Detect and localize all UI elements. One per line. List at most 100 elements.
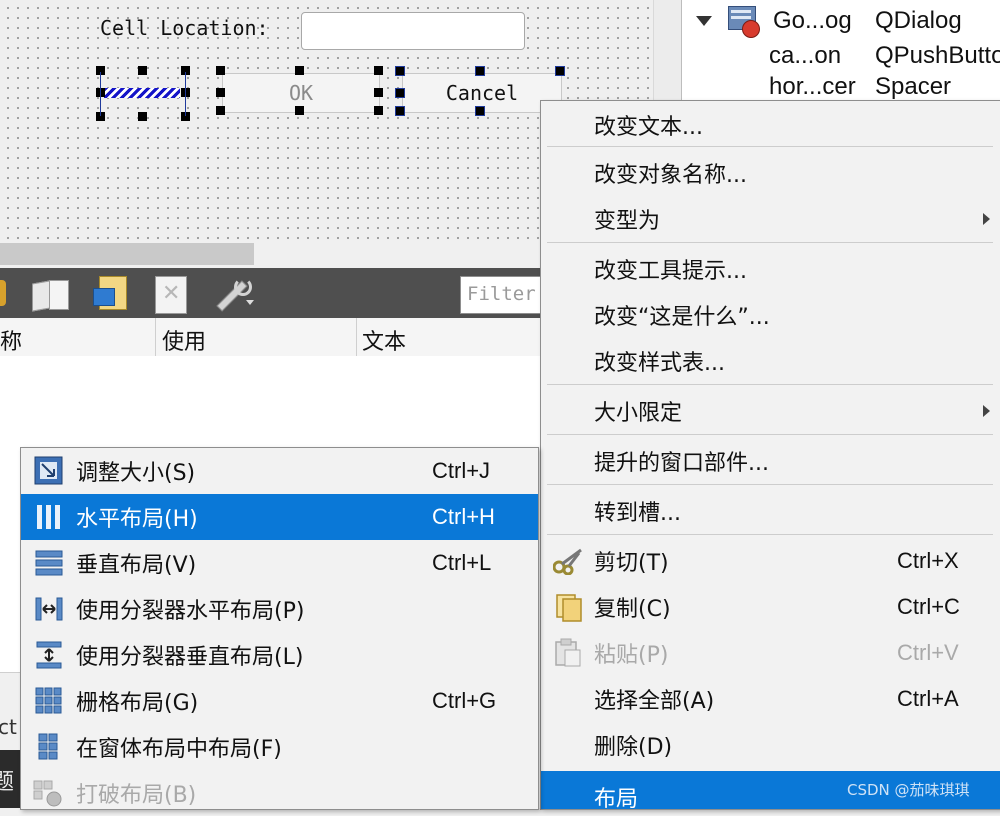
horizontal-layout-icon [35, 503, 63, 531]
lower-panel-title-fragment: 题 [0, 770, 15, 795]
vertical-layout-icon [35, 549, 63, 577]
menu-item-copy[interactable]: 复制(C) Ctrl+C [541, 584, 1000, 630]
menu-item-label: 垂直布局(V) [76, 553, 197, 578]
tree-item-class: QPushButto [875, 42, 1000, 69]
menu-item-go-to-slot[interactable]: 转到槽... [541, 488, 1000, 534]
cell-location-input[interactable] [301, 12, 525, 50]
filter-placeholder: Filter [467, 283, 536, 305]
new-action-icon[interactable] [0, 280, 6, 306]
menu-item-cut[interactable]: 剪切(T) Ctrl+X [541, 538, 1000, 584]
form-layout-icon [35, 733, 63, 761]
selection-line [100, 72, 101, 116]
menu-separator [547, 534, 993, 535]
selection-handle[interactable] [295, 66, 304, 75]
menu-separator [547, 242, 993, 243]
selection-handle[interactable] [216, 88, 225, 97]
selection-handle[interactable] [395, 88, 405, 98]
menu-item-label: 复制(C) [594, 597, 671, 622]
lower-panel-tab-fragment[interactable]: ct [0, 715, 17, 739]
menu-item-splitter-horizontal[interactable]: 使用分裂器水平布局(P) [21, 586, 538, 632]
column-header-name[interactable]: 称 [0, 324, 22, 356]
selection-handle[interactable] [395, 106, 405, 116]
menu-item-shortcut: Ctrl+H [432, 504, 495, 529]
menu-item-shortcut: Ctrl+L [432, 550, 492, 575]
menu-item-label: 使用分裂器垂直布局(L) [76, 645, 304, 670]
menu-item-label: 剪切(T) [594, 551, 669, 576]
horizontal-spacer[interactable] [104, 88, 180, 98]
menu-item-label: 改变工具提示... [594, 259, 747, 284]
column-header-text[interactable]: 文本 [362, 324, 406, 356]
selection-handle[interactable] [395, 66, 405, 76]
column-divider[interactable] [356, 318, 357, 356]
selection-handle[interactable] [475, 106, 485, 116]
menu-item-label: 布局 [594, 787, 639, 812]
selection-handle[interactable] [216, 66, 225, 75]
menu-item-morph-into[interactable]: 变型为 [541, 196, 1000, 242]
edit-action-icon[interactable] [93, 276, 129, 312]
menu-item-label: 粘贴(P) [594, 643, 669, 668]
selection-handle[interactable] [555, 66, 565, 76]
column-header-used[interactable]: 使用 [162, 324, 206, 356]
selection-handle[interactable] [374, 66, 383, 75]
menu-item-label: 栅格布局(G) [76, 691, 199, 716]
watermark-text: CSDN @茄味琪琪 [847, 781, 970, 799]
action-table-header [0, 318, 542, 357]
menu-item-break-layout[interactable]: 打破布局(B) [21, 770, 538, 816]
tree-item-name[interactable]: ca...on [769, 42, 841, 70]
context-menu: 改变文本... 改变对象名称... 变型为 改变工具提示... 改变“这是什么”… [540, 100, 1000, 812]
menu-item-vertical-layout[interactable]: 垂直布局(V) Ctrl+L [21, 540, 538, 586]
menu-item-shortcut: Ctrl+C [897, 594, 960, 619]
menu-separator [547, 484, 993, 485]
expand-arrow-icon[interactable] [696, 16, 712, 26]
selection-handle[interactable] [216, 106, 225, 115]
menu-item-label: 改变“这是什么”... [594, 305, 770, 330]
menu-item-label: 变型为 [594, 209, 661, 234]
configure-wrench-icon[interactable] [210, 276, 256, 312]
menu-item-paste[interactable]: 粘贴(P) Ctrl+V [541, 630, 1000, 676]
menu-item-size-constraints[interactable]: 大小限定 [541, 388, 1000, 434]
menu-item-splitter-vertical[interactable]: 使用分裂器垂直布局(L) [21, 632, 538, 678]
tree-item-name[interactable]: Go...og [773, 7, 852, 35]
menu-separator [547, 434, 993, 435]
selection-handle[interactable] [138, 112, 147, 121]
selection-handle[interactable] [374, 106, 383, 115]
selection-handle[interactable] [138, 66, 147, 75]
selection-handle[interactable] [374, 88, 383, 97]
menu-item-change-object-name[interactable]: 改变对象名称... [541, 150, 1000, 196]
menu-item-form-layout[interactable]: 在窗体布局中布局(F) [21, 724, 538, 770]
column-divider[interactable] [155, 318, 156, 356]
tree-item-name[interactable]: hor...cer [769, 73, 856, 101]
menu-item-shortcut: Ctrl+A [897, 686, 959, 711]
menu-separator [547, 384, 993, 385]
menu-item-grid-layout[interactable]: 栅格布局(G) Ctrl+G [21, 678, 538, 724]
menu-item-change-tooltip[interactable]: 改变工具提示... [541, 246, 1000, 292]
scissors-icon [552, 547, 582, 576]
menu-item-label: 使用分裂器水平布局(P) [76, 599, 305, 624]
grid-layout-icon [35, 687, 63, 715]
menu-item-label: 转到槽... [594, 501, 681, 526]
lower-panel-title-bar: 题 [0, 750, 22, 808]
menu-item-label: 改变样式表... [594, 351, 725, 376]
submenu-arrow-icon [983, 213, 990, 225]
menu-item-horizontal-layout[interactable]: 水平布局(H) Ctrl+H [21, 494, 538, 540]
menu-item-adjust-size[interactable]: 调整大小(S) Ctrl+J [21, 448, 538, 494]
menu-item-promoted-widgets[interactable]: 提升的窗口部件... [541, 438, 1000, 484]
paste-icon [553, 638, 581, 667]
selection-handle[interactable] [475, 66, 485, 76]
menu-item-select-all[interactable]: 选择全部(A) Ctrl+A [541, 676, 1000, 722]
new-action-icon[interactable] [32, 278, 70, 312]
menu-item-shortcut: Ctrl+X [897, 548, 959, 573]
cell-location-label: Cell Location: [100, 16, 269, 40]
menu-item-change-whats-this[interactable]: 改变“这是什么”... [541, 292, 1000, 338]
tree-item-class: Spacer [875, 73, 952, 100]
menu-item-label: 调整大小(S) [76, 461, 196, 486]
selection-handle[interactable] [295, 106, 304, 115]
menu-item-shortcut: Ctrl+V [897, 640, 959, 665]
menu-item-shortcut: Ctrl+J [432, 458, 491, 483]
menu-item-label: 删除(D) [594, 735, 673, 760]
delete-action-icon[interactable]: ✕ [155, 276, 187, 314]
horizontal-scroll-thumb[interactable] [0, 243, 254, 265]
menu-item-change-stylesheet[interactable]: 改变样式表... [541, 338, 1000, 384]
menu-item-delete[interactable]: 删除(D) [541, 722, 1000, 768]
menu-item-change-text[interactable]: 改变文本... [541, 102, 1000, 148]
